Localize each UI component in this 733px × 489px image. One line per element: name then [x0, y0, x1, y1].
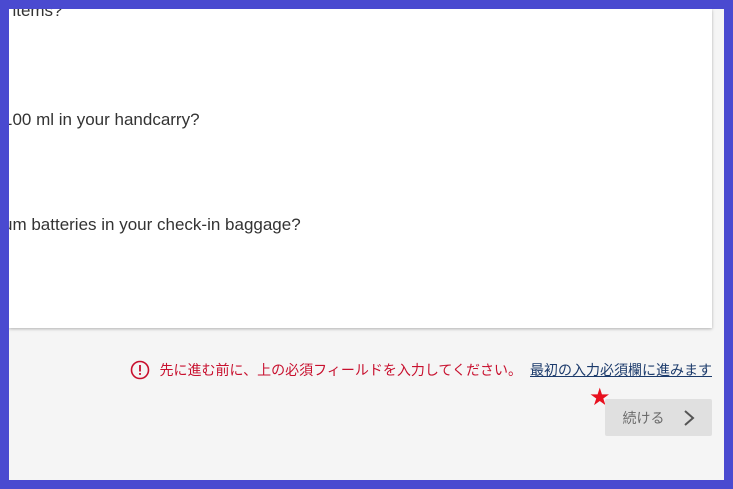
exclamation-circle-icon — [130, 360, 150, 380]
questions-card: I items? 100 ml in your handcarry? um ba… — [9, 9, 712, 328]
question-text-1: I items? — [9, 9, 63, 20]
question-text-2: 100 ml in your handcarry? — [9, 110, 200, 129]
go-to-first-required-field-link[interactable]: 最初の入力必須欄に進みます — [530, 360, 712, 380]
page-viewport: I items? 100 ml in your handcarry? um ba… — [9, 9, 724, 480]
continue-button[interactable]: 続ける — [605, 399, 712, 436]
continue-button-label: 続ける — [622, 410, 665, 427]
validation-error-row: 先に進む前に、上の必須フィールドを入力してください。 最初の入力必須欄に進みます — [130, 360, 712, 380]
chevron-right-icon — [683, 409, 695, 427]
validation-error-message: 先に進む前に、上の必須フィールドを入力してください。 — [159, 363, 522, 379]
question-text-3: um batteries in your check-in baggage? — [9, 215, 301, 234]
